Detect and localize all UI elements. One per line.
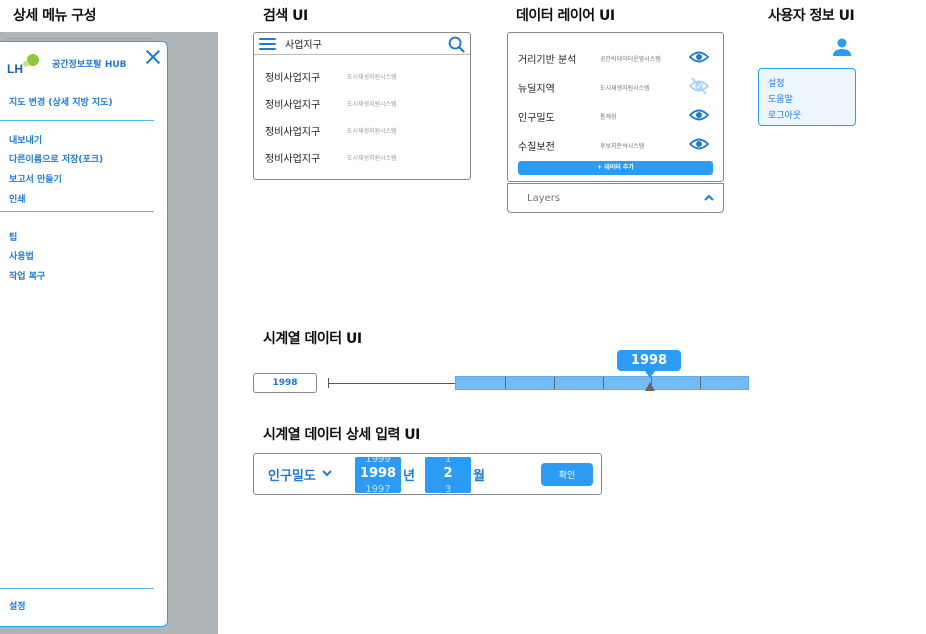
month-picker-next: 3 bbox=[444, 484, 452, 494]
menu-item-export[interactable]: 내보내기 bbox=[9, 133, 42, 146]
search-panel: 정비사업지구 도시재생지원시스템 정비사업지구 도시재생지원시스템 정비사업지구… bbox=[253, 32, 471, 180]
detail-menu-panel: LH 공간정보포탈 HUB 지도 변경 (상세 지방 지도) 내보내기 다른이름… bbox=[0, 41, 168, 627]
month-picker-value: 2 bbox=[443, 466, 453, 481]
timeline-track bbox=[328, 383, 456, 384]
brand-name: 공간정보포탈 HUB bbox=[52, 60, 127, 70]
chevron-down-icon[interactable] bbox=[322, 469, 332, 477]
result-source: 도시재생지원시스템 bbox=[347, 128, 397, 135]
result-source: 도시재생지원시스템 bbox=[347, 74, 397, 81]
search-result-item[interactable]: 정비사업지구 도시재생지원시스템 bbox=[254, 92, 470, 114]
result-name: 정비사업지구 bbox=[265, 100, 321, 111]
search-result-item[interactable]: 정비사업지구 도시재생지원시스템 bbox=[254, 65, 470, 87]
timeline-year-box[interactable]: 1998 bbox=[253, 373, 317, 393]
user-menu-logout[interactable]: 로그아웃 bbox=[768, 108, 801, 121]
layer-name: 인구밀도 bbox=[518, 113, 555, 124]
section-title-detail-menu: 상세 메뉴 구성 bbox=[13, 8, 97, 24]
data-layer-panel: 거리기반 분석 공간빅데이터운영시스템 뉴딜지역 도시재생지원시스템 인구밀도 … bbox=[507, 32, 724, 182]
menu-item-settings[interactable]: 설정 bbox=[9, 599, 26, 612]
menu-item-usage[interactable]: 사용법 bbox=[9, 249, 34, 262]
search-icon[interactable] bbox=[448, 36, 465, 53]
timeline-tick bbox=[603, 377, 604, 389]
lh-logo: LH bbox=[6, 54, 42, 76]
menu-divider bbox=[0, 211, 154, 212]
layer-row: 거리기반 분석 공간빅데이터운영시스템 bbox=[508, 46, 723, 72]
layers-toggle-label: Layers bbox=[527, 193, 561, 204]
result-name: 정비사업지구 bbox=[265, 154, 321, 165]
layer-select[interactable]: 인구밀도 bbox=[268, 465, 316, 484]
layer-row: 수질보전 후보지분석시스템 bbox=[508, 133, 723, 159]
menu-item-print[interactable]: 인쇄 bbox=[9, 192, 26, 205]
search-bar bbox=[254, 33, 470, 55]
timeline-range-bar[interactable] bbox=[455, 376, 749, 390]
menu-item-report[interactable]: 보고서 만들기 bbox=[9, 172, 62, 185]
eye-hidden-icon[interactable] bbox=[689, 77, 709, 95]
layer-source: 후보지분석시스템 bbox=[600, 143, 645, 150]
timeline-handle[interactable] bbox=[645, 382, 655, 391]
layer-row: 뉴딜지역 도시재생지원시스템 bbox=[508, 75, 723, 101]
user-avatar-icon[interactable] bbox=[830, 35, 854, 59]
user-menu: 설정 도움말 로그아웃 bbox=[758, 68, 856, 126]
close-icon[interactable] bbox=[145, 49, 161, 65]
confirm-button[interactable]: 확인 bbox=[541, 463, 593, 486]
month-picker-prev: 1 bbox=[444, 457, 452, 465]
menu-item-save-as[interactable]: 다른이름으로 저장(포크) bbox=[9, 152, 103, 165]
year-unit: 년 bbox=[403, 469, 415, 484]
month-unit: 월 bbox=[473, 469, 485, 484]
eye-visible-icon[interactable] bbox=[689, 106, 709, 124]
month-picker[interactable]: 1 2 3 bbox=[425, 457, 471, 493]
eye-visible-icon[interactable] bbox=[689, 135, 709, 153]
layer-source: 통계청 bbox=[600, 114, 617, 121]
layer-source: 공간빅데이터운영시스템 bbox=[600, 56, 661, 63]
chevron-up-icon bbox=[704, 194, 714, 201]
result-source: 도시재생지원시스템 bbox=[347, 155, 397, 162]
year-picker-prev: 1999 bbox=[365, 457, 391, 465]
section-title-timeline-detail: 시계열 데이터 상세 입력 UI bbox=[263, 427, 420, 443]
hamburger-menu-icon[interactable] bbox=[259, 37, 276, 51]
year-picker-value: 1998 bbox=[359, 466, 397, 481]
layer-source: 도시재생지원시스템 bbox=[600, 85, 650, 92]
year-picker[interactable]: 1999 1998 1997 bbox=[355, 457, 401, 493]
result-name: 정비사업지구 bbox=[265, 73, 321, 84]
timeline-tick bbox=[700, 377, 701, 389]
menu-item-restore[interactable]: 작업 복구 bbox=[9, 269, 45, 282]
result-name: 정비사업지구 bbox=[265, 127, 321, 138]
user-menu-settings[interactable]: 설정 bbox=[768, 76, 785, 89]
user-menu-help[interactable]: 도움말 bbox=[768, 92, 793, 105]
search-result-item[interactable]: 정비사업지구 도시재생지원시스템 bbox=[254, 119, 470, 141]
eye-visible-icon[interactable] bbox=[689, 48, 709, 66]
section-title-user-info: 사용자 정보 UI bbox=[768, 8, 855, 24]
menu-item-tips[interactable]: 팁 bbox=[9, 230, 17, 243]
search-result-item[interactable]: 정비사업지구 도시재생지원시스템 bbox=[254, 146, 470, 168]
section-title-search: 검색 UI bbox=[263, 8, 308, 24]
layer-row: 인구밀도 통계청 bbox=[508, 104, 723, 130]
layer-name: 거리기반 분석 bbox=[518, 55, 577, 66]
timeline-tick bbox=[554, 377, 555, 389]
menu-divider bbox=[0, 588, 154, 589]
add-data-button[interactable]: + 데이터 추가 bbox=[518, 161, 713, 175]
timeline-detail-panel: 인구밀도 1999 1998 1997 년 1 2 3 월 확인 bbox=[253, 453, 602, 495]
search-input[interactable] bbox=[285, 38, 435, 49]
logo-text: LH bbox=[7, 62, 23, 76]
menu-divider bbox=[0, 120, 154, 121]
year-picker-next: 1997 bbox=[365, 484, 391, 494]
layer-name: 수질보전 bbox=[518, 142, 555, 153]
logo-dot-small bbox=[23, 61, 29, 67]
result-source: 도시재생지원시스템 bbox=[347, 101, 397, 108]
layer-name: 뉴딜지역 bbox=[518, 84, 555, 95]
section-title-data-layer: 데이터 레이어 UI bbox=[516, 8, 615, 24]
timeline-year-bubble: 1998 bbox=[617, 350, 681, 378]
section-title-timeline: 시계열 데이터 UI bbox=[263, 331, 362, 347]
timeline-tick bbox=[505, 377, 506, 389]
layers-toggle[interactable]: Layers bbox=[507, 183, 724, 213]
menu-item-map-change[interactable]: 지도 변경 (상세 지방 지도) bbox=[9, 95, 113, 108]
